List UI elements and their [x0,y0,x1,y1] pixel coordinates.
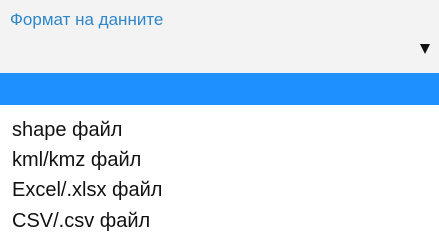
option-excel-xlsx-file[interactable]: Excel/.xlsx файл [0,175,439,206]
data-format-label: Формат на данните [10,10,164,29]
dropdown-arrow-icon[interactable] [420,44,430,54]
option-empty[interactable] [0,73,439,105]
option-kml-kmz-file[interactable]: kml/kmz файл [0,145,439,175]
data-format-dropdown-list: shape файл kml/kmz файл Excel/.xlsx файл… [0,73,439,249]
option-csv-file[interactable]: CSV/.csv файл [0,206,439,237]
option-shape-file[interactable]: shape файл [0,115,439,145]
data-format-select[interactable]: Формат на данните [0,0,439,73]
